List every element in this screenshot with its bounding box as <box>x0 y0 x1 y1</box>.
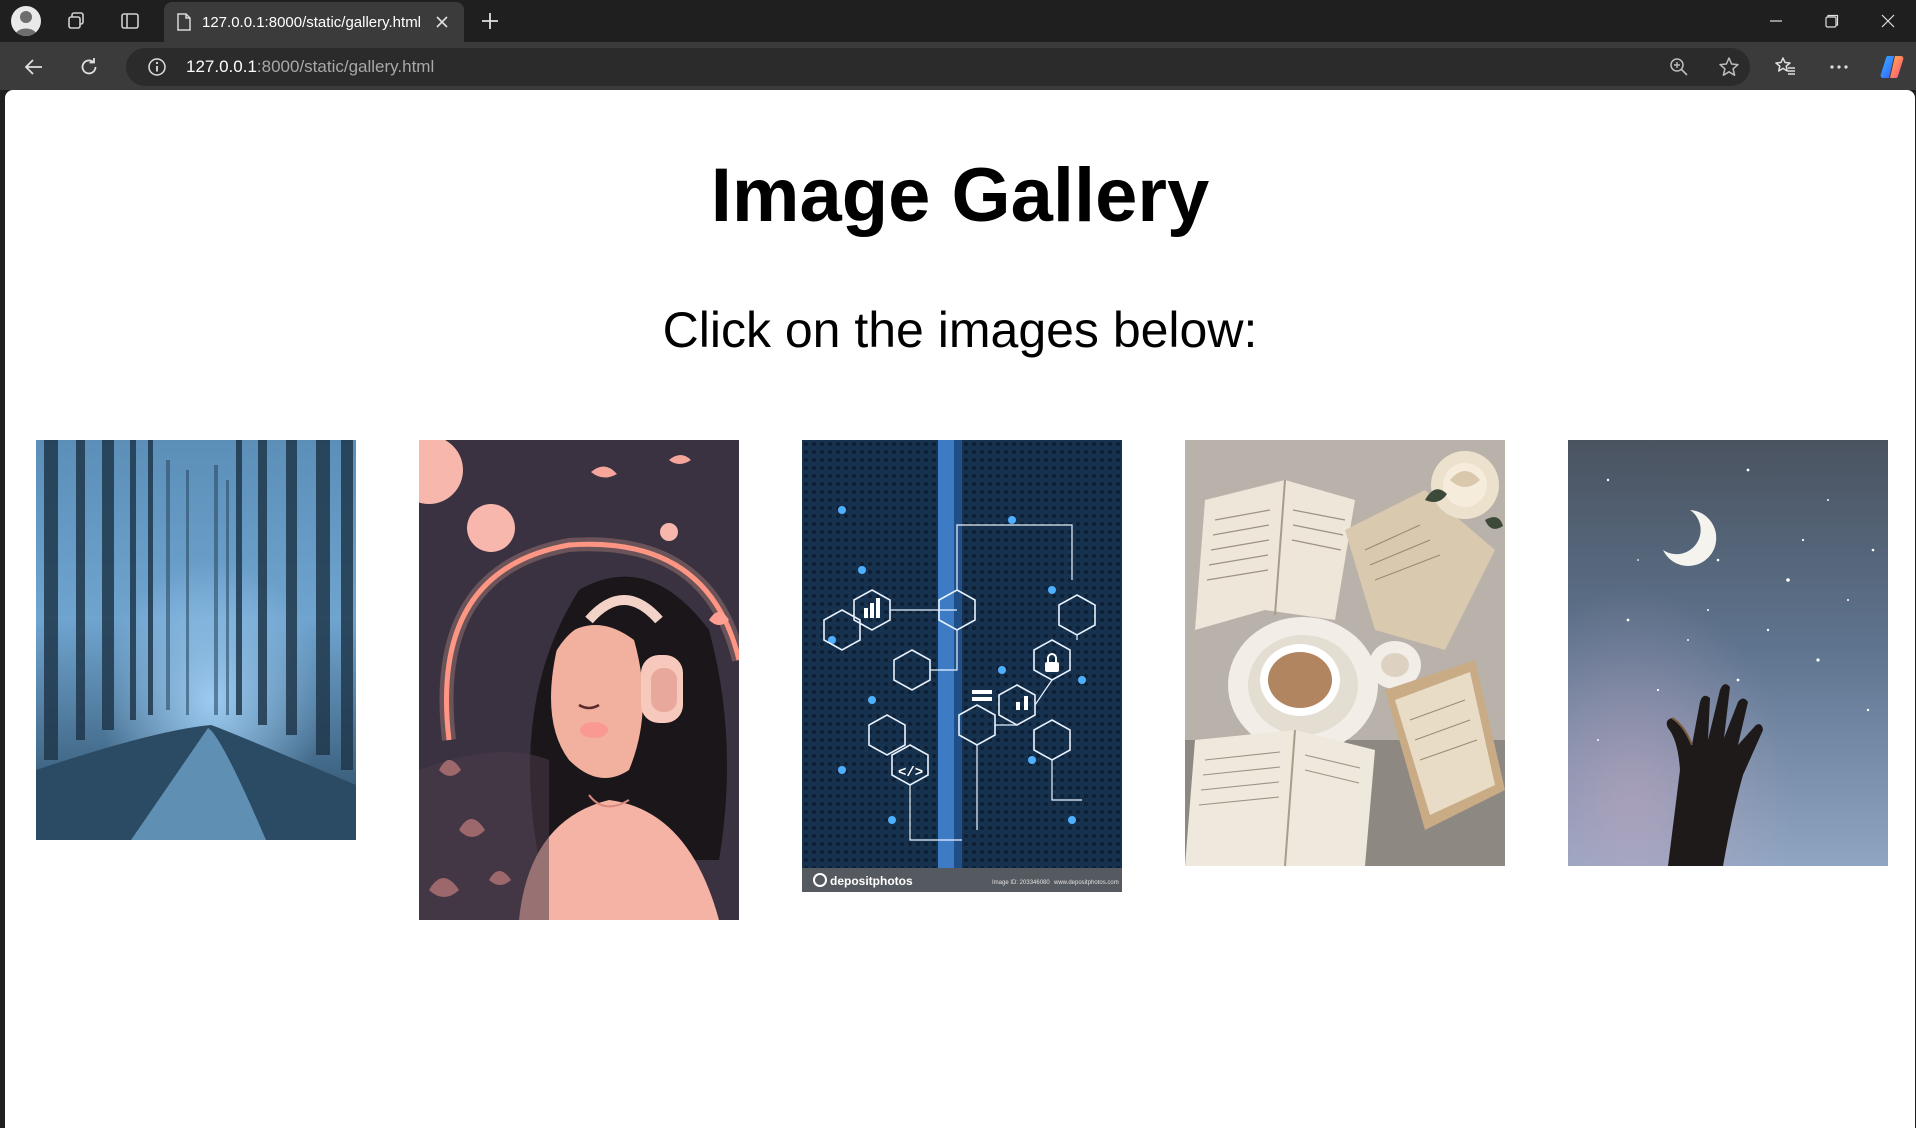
profile-button[interactable] <box>10 5 42 37</box>
profile-avatar-icon <box>11 6 41 36</box>
reload-icon <box>81 58 97 75</box>
page-viewport: Image Gallery Click on the images below: <box>5 90 1915 1128</box>
back-arrow-icon <box>24 59 42 75</box>
copilot-icon <box>1880 56 1904 78</box>
settings-more-button[interactable] <box>1822 50 1856 84</box>
close-window-button[interactable] <box>1860 0 1916 42</box>
address-bar[interactable]: 127.0.0.1:8000/static/gallery.html <box>126 48 1750 86</box>
new-tab-button[interactable] <box>474 5 506 37</box>
gallery-image-forest[interactable] <box>36 440 356 840</box>
depositphotos-watermark: depositphotos <box>830 874 913 888</box>
browser-toolbar: 127.0.0.1:8000/static/gallery.html <box>0 42 1916 90</box>
zoom-icon[interactable] <box>1662 50 1696 84</box>
restore-icon <box>1825 14 1839 28</box>
tab-actions-icon <box>121 13 139 29</box>
workspaces-icon <box>68 12 84 29</box>
more-dots-icon <box>1830 65 1848 69</box>
minimize-button[interactable] <box>1748 0 1804 42</box>
copilot-button[interactable] <box>1875 50 1909 84</box>
gallery-image-books-coffee[interactable] <box>1185 440 1505 866</box>
back-button[interactable] <box>17 50 51 84</box>
page-title: Image Gallery <box>710 153 1210 238</box>
restore-button[interactable] <box>1804 0 1860 42</box>
gallery-image-headphones-girl[interactable] <box>419 440 739 920</box>
minimize-icon <box>1770 20 1782 22</box>
url-host: 127.0.0.1 <box>186 57 257 76</box>
active-tab[interactable]: 127.0.0.1:8000/static/gallery.html <box>164 2 464 42</box>
tab-close-icon[interactable] <box>428 8 456 36</box>
workspaces-button[interactable] <box>60 5 92 37</box>
watermark-image-id: Image ID: 203346080 <box>992 880 1050 886</box>
reload-button[interactable] <box>72 50 106 84</box>
tab-title: 127.0.0.1:8000/static/gallery.html <box>202 13 422 31</box>
vertical-tabs-button[interactable] <box>114 5 146 37</box>
gallery-image-moon-hand[interactable] <box>1568 440 1888 866</box>
plus-icon <box>482 13 498 29</box>
url-path: :8000/static/gallery.html <box>256 57 435 76</box>
favorites-button[interactable] <box>1768 50 1802 84</box>
svg-text:</>: </> <box>898 765 923 781</box>
site-info-icon[interactable] <box>140 50 174 84</box>
gallery-image-server-network[interactable]: </> depositphotos Image ID: 203346080 ww… <box>802 440 1122 892</box>
favorites-list-icon <box>1775 57 1795 75</box>
browser-titlebar: 127.0.0.1:8000/static/gallery.html <box>0 0 1916 42</box>
favorite-star-icon[interactable] <box>1712 50 1746 84</box>
page-document-icon <box>176 12 196 32</box>
url-text[interactable]: 127.0.0.1:8000/static/gallery.html <box>186 48 434 86</box>
watermark-site: www.depositphotos.com <box>1053 880 1119 886</box>
close-icon <box>1881 14 1895 28</box>
page-subtitle: Click on the images below: <box>662 302 1258 358</box>
